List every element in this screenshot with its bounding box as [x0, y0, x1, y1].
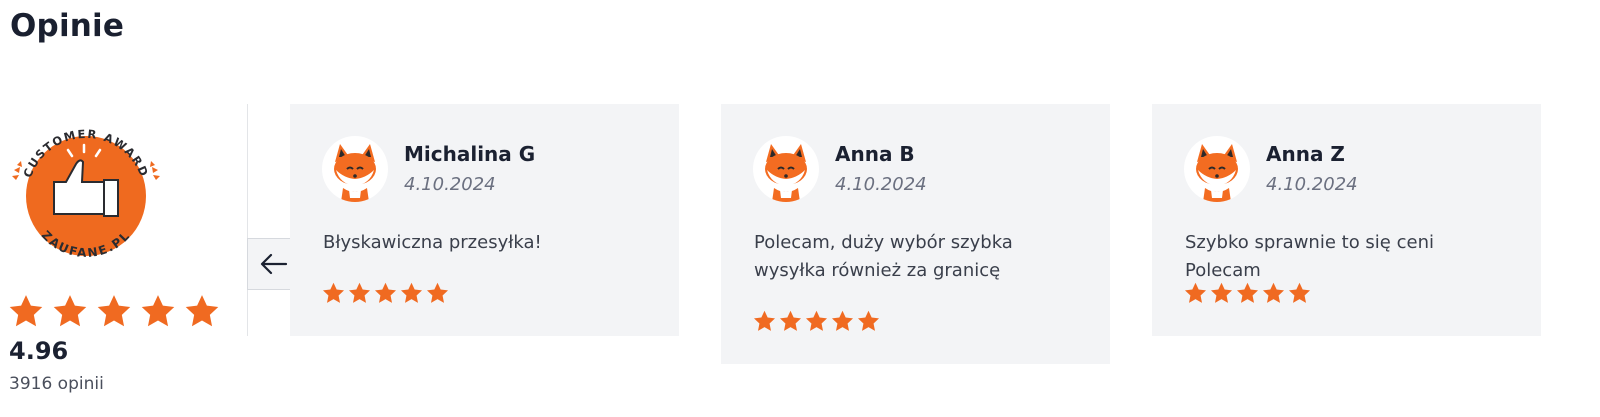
review-text: Szybko sprawnie to się ceni Polecam	[1185, 232, 1434, 281]
star-icon	[8, 294, 44, 328]
review-card: Anna Z 4.10.2024 Szybko sprawnie to się …	[1152, 104, 1541, 336]
summary-stars	[8, 294, 220, 328]
star-icon	[753, 310, 776, 332]
star-icon	[400, 282, 423, 304]
arrow-left-icon	[260, 253, 287, 275]
star-icon	[1288, 282, 1311, 304]
star-icon	[184, 294, 220, 328]
star-icon	[426, 282, 449, 304]
review-stars	[322, 282, 449, 304]
star-icon	[831, 310, 854, 332]
star-icon	[857, 310, 880, 332]
review-date: 4.10.2024	[835, 174, 927, 195]
star-icon	[374, 282, 397, 304]
customer-award-badge[interactable]: CUSTOMER AWARD ZAUFANE.PL	[6, 110, 166, 270]
section-title: Opinie	[10, 8, 125, 44]
star-icon	[96, 294, 132, 328]
fox-avatar-icon	[1184, 136, 1250, 202]
reviewer-name: Michalina G	[404, 142, 536, 166]
review-text: Polecam, duży wybór szybka wysyłka równi…	[754, 232, 1013, 281]
star-icon	[805, 310, 828, 332]
review-card: Anna B 4.10.2024 Polecam, duży wybór szy…	[721, 104, 1110, 364]
review-date: 4.10.2024	[1266, 174, 1358, 195]
star-icon	[779, 310, 802, 332]
reviewer-avatar	[753, 136, 819, 202]
star-icon	[1262, 282, 1285, 304]
review-date: 4.10.2024	[404, 174, 496, 195]
star-icon	[140, 294, 176, 328]
star-icon	[1184, 282, 1207, 304]
award-panel: CUSTOMER AWARD ZAUFANE.PL 4.96 3916 opin…	[0, 104, 247, 404]
divider	[247, 104, 248, 336]
star-icon	[1236, 282, 1259, 304]
fox-avatar-icon	[322, 136, 388, 202]
review-card: Michalina G 4.10.2024 Błyskawiczna przes…	[290, 104, 679, 336]
review-count: 3916 opinii	[9, 374, 104, 394]
review-text: Błyskawiczna przesyłka!	[323, 232, 542, 253]
fox-avatar-icon	[753, 136, 819, 202]
reviewer-name: Anna Z	[1266, 142, 1345, 166]
reviewer-avatar	[322, 136, 388, 202]
star-icon	[322, 282, 345, 304]
reviewer-name: Anna B	[835, 142, 915, 166]
average-rating: 4.96	[9, 337, 69, 365]
review-stars	[1184, 282, 1311, 304]
star-icon	[52, 294, 88, 328]
reviewer-avatar	[1184, 136, 1250, 202]
star-icon	[1210, 282, 1233, 304]
review-stars	[753, 310, 880, 332]
star-icon	[348, 282, 371, 304]
